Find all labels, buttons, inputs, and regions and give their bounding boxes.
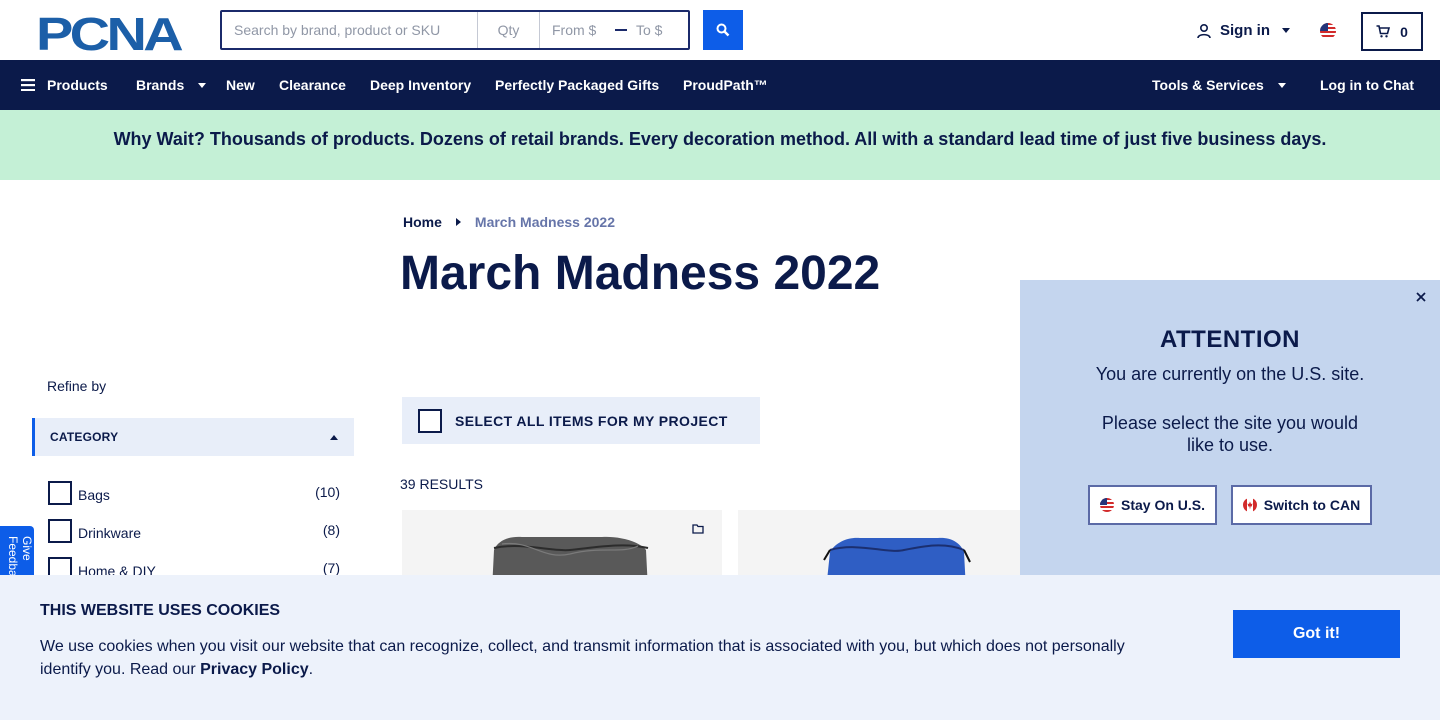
main-nav: Products Brands New Clearance Deep Inven… bbox=[0, 60, 1440, 110]
category-checkbox[interactable] bbox=[48, 519, 72, 543]
canada-flag-icon bbox=[1242, 498, 1257, 512]
pcna-logo[interactable]: PCNA bbox=[36, 12, 186, 52]
category-item-bags[interactable]: Bags (10) bbox=[48, 481, 340, 519]
search-bar bbox=[220, 10, 690, 50]
nav-brands-label: Brands bbox=[136, 77, 185, 93]
category-item-drinkware[interactable]: Drinkware (8) bbox=[48, 519, 340, 557]
nav-products-label: Products bbox=[47, 77, 108, 93]
hamburger-icon bbox=[21, 79, 35, 91]
chevron-right-icon bbox=[455, 218, 461, 226]
select-all-items[interactable]: SELECT ALL ITEMS FOR MY PROJECT bbox=[402, 397, 760, 444]
switch-can-label: Switch to CAN bbox=[1263, 497, 1361, 513]
category-label: Drinkware bbox=[78, 525, 142, 541]
category-count: (8) bbox=[322, 522, 340, 538]
category-label: Bags bbox=[78, 487, 110, 503]
category-header-label: CATEGORY bbox=[50, 430, 119, 444]
price-to-input[interactable] bbox=[628, 12, 688, 48]
close-icon bbox=[1416, 292, 1426, 302]
site-header: PCNA Sign in 0 bbox=[0, 0, 1440, 60]
nav-proudpath[interactable]: ProudPath™ bbox=[683, 60, 768, 110]
breadcrumb-current: March Madness 2022 bbox=[474, 214, 615, 230]
nav-tools-label: Tools & Services bbox=[1152, 77, 1264, 93]
nav-new-label: New bbox=[226, 77, 255, 93]
nav-deep-inventory[interactable]: Deep Inventory bbox=[370, 60, 471, 110]
nav-proudpath-label: ProudPath™ bbox=[683, 77, 768, 93]
nav-clearance[interactable]: Clearance bbox=[279, 60, 346, 110]
nav-chat-label: Log in to Chat bbox=[1320, 77, 1415, 93]
site-selector-popup: ATTENTION You are currently on the U.S. … bbox=[1020, 280, 1440, 580]
results-count: 39 RESULTS bbox=[400, 476, 483, 492]
nav-brands[interactable]: Brands bbox=[136, 60, 207, 110]
chevron-down-icon bbox=[198, 82, 207, 88]
accept-cookies-button[interactable]: Got it! bbox=[1233, 610, 1400, 658]
stay-us-button[interactable]: Stay On U.S. bbox=[1088, 485, 1217, 525]
popup-message-select-site: Please select the site you would like to… bbox=[1101, 413, 1359, 455]
promo-banner: Why Wait? Thousands of products. Dozens … bbox=[0, 110, 1440, 180]
cart-icon bbox=[1376, 25, 1391, 38]
popup-title: ATTENTION bbox=[1159, 326, 1301, 353]
promo-banner-text: Why Wait? Thousands of products. Dozens … bbox=[113, 129, 1327, 149]
breadcrumb-home[interactable]: Home bbox=[403, 214, 442, 230]
nav-login-chat[interactable]: Log in to Chat bbox=[1320, 60, 1414, 110]
switch-can-button[interactable]: Switch to CAN bbox=[1231, 485, 1372, 525]
category-filter-header[interactable]: CATEGORY bbox=[32, 418, 354, 456]
privacy-policy-link[interactable]: Privacy Policy bbox=[200, 661, 309, 678]
chevron-down-icon bbox=[1282, 28, 1290, 33]
nav-gifts[interactable]: Perfectly Packaged Gifts bbox=[495, 60, 659, 110]
page-title: March Madness 2022 bbox=[400, 247, 881, 300]
select-all-label: SELECT ALL ITEMS FOR MY PROJECT bbox=[455, 412, 728, 429]
nav-deep-inventory-label: Deep Inventory bbox=[370, 77, 472, 93]
nav-new[interactable]: New bbox=[226, 60, 255, 110]
price-from-input[interactable] bbox=[540, 12, 614, 48]
select-all-checkbox[interactable] bbox=[418, 408, 442, 433]
nav-clearance-label: Clearance bbox=[279, 77, 346, 93]
search-input[interactable] bbox=[222, 12, 478, 48]
refine-label: Refine by bbox=[47, 378, 107, 394]
qty-input[interactable] bbox=[478, 12, 540, 48]
close-button[interactable] bbox=[1412, 288, 1430, 306]
user-icon bbox=[1197, 23, 1211, 38]
nav-tools-services[interactable]: Tools & Services bbox=[1152, 60, 1286, 110]
chevron-up-icon bbox=[330, 434, 338, 440]
search-icon bbox=[716, 23, 730, 37]
cart-button[interactable]: 0 bbox=[1361, 12, 1423, 51]
us-flag-icon[interactable] bbox=[1320, 23, 1336, 39]
popup-message-current-site: You are currently on the U.S. site. bbox=[1095, 364, 1365, 384]
sign-in-menu[interactable]: Sign in bbox=[1196, 22, 1290, 39]
sign-in-label: Sign in bbox=[1220, 22, 1270, 39]
cookie-title: THIS WEBSITE USES COOKIES bbox=[40, 602, 281, 619]
category-count: (10) bbox=[315, 484, 340, 500]
search-button[interactable] bbox=[703, 10, 743, 50]
cart-count: 0 bbox=[1400, 23, 1408, 40]
price-range-dash bbox=[614, 12, 628, 48]
folder-icon[interactable] bbox=[692, 524, 704, 534]
stay-us-label: Stay On U.S. bbox=[1120, 497, 1206, 513]
logo-text: PCNA bbox=[36, 12, 182, 52]
us-flag-icon bbox=[1099, 498, 1114, 512]
category-checkbox[interactable] bbox=[48, 481, 72, 505]
cookie-banner: THIS WEBSITE USES COOKIES We use cookies… bbox=[0, 575, 1440, 720]
category-count: (7) bbox=[322, 560, 340, 576]
nav-products[interactable]: Products bbox=[21, 60, 108, 110]
chevron-down-icon bbox=[1277, 82, 1286, 88]
nav-gifts-label: Perfectly Packaged Gifts bbox=[495, 77, 660, 93]
cookie-text: We use cookies when you visit our websit… bbox=[40, 635, 1150, 681]
breadcrumb: Home March Madness 2022 bbox=[403, 214, 615, 230]
cookie-suffix: . bbox=[308, 661, 314, 678]
